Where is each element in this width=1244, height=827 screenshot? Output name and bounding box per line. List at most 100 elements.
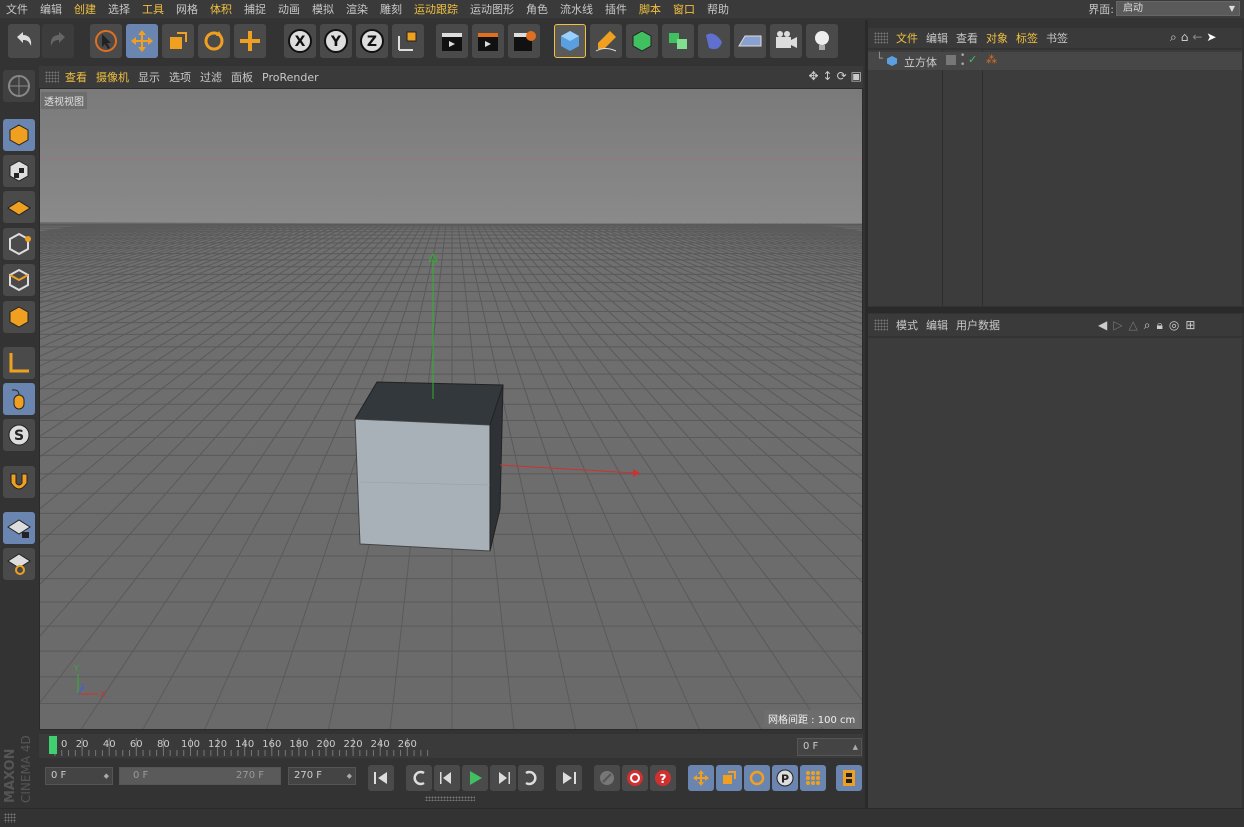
frame-range-slider[interactable]: 0 F 270 F [119,767,281,785]
menu-item-7[interactable]: 捕捉 [238,1,272,17]
move-tool-button[interactable] [126,24,158,58]
model-mode-button[interactable] [3,119,35,151]
viewport-menu-item-6[interactable]: ProRender [262,71,328,84]
axis-mode-button[interactable] [3,347,35,379]
go-to-end-button[interactable] [556,765,582,791]
deformer-button[interactable] [698,24,730,58]
menu-item-3[interactable]: 选择 [102,1,136,17]
target-icon[interactable]: ◎ [1169,318,1179,333]
key-point-level-button[interactable] [800,765,826,791]
menu-item-13[interactable]: 运动图形 [464,1,520,17]
menu-item-2[interactable]: 创建 [68,1,102,17]
object-menu-item-2[interactable]: 查看 [956,30,986,46]
menu-item-15[interactable]: 流水线 [554,1,599,17]
dolly-icon[interactable]: ↕ [823,69,833,83]
next-frame-button[interactable] [490,765,516,791]
back-arrow-icon[interactable]: ← [1192,30,1202,45]
coordinate-system-button[interactable] [392,24,424,58]
object-name[interactable]: 立方体 [904,54,937,70]
resize-handle[interactable] [425,796,475,801]
current-frame-field[interactable]: 0 F ▲ [797,738,862,756]
horizontal-splitter[interactable] [868,307,1244,313]
previous-frame-button[interactable] [434,765,460,791]
redo-button[interactable] [42,24,74,58]
undo-button[interactable] [8,24,40,58]
light-button[interactable] [806,24,838,58]
up-arrow-icon[interactable]: △ [1128,318,1137,333]
visibility-dots-icon[interactable]: • • [960,52,965,70]
viewport-menu-item-1[interactable]: 摄像机 [96,69,138,85]
key-position-button[interactable] [688,765,714,791]
record-keys-button[interactable] [594,765,620,791]
menu-item-11[interactable]: 雕刻 [374,1,408,17]
lock-icon[interactable]: 🔒︎ [1156,318,1162,333]
object-manager-panel[interactable] [868,50,1242,306]
object-manager-grip[interactable] [874,32,888,44]
key-parameter-button[interactable]: P [772,765,798,791]
solo-mode-button[interactable]: S [3,419,35,451]
attribute-menu-item-0[interactable]: 模式 [896,317,926,333]
end-frame-field[interactable]: 270 F ◆ [288,767,356,785]
autokey-button[interactable] [622,765,648,791]
tweak-mode-button[interactable] [3,383,35,415]
recent-tool-button[interactable] [234,24,266,58]
menu-item-9[interactable]: 模拟 [306,1,340,17]
object-menu-item-3[interactable]: 对象 [986,30,1016,46]
make-editable-button[interactable] [3,70,35,102]
pan-icon[interactable]: ✥ [808,69,818,83]
viewport-menu-item-3[interactable]: 选项 [169,69,200,85]
forward-arrow-icon[interactable]: ▷ [1113,318,1122,333]
orbit-icon[interactable]: ⟳ [837,69,847,83]
perspective-viewport[interactable]: Y X Z [39,88,863,730]
y-axis-lock-button[interactable]: Y [320,24,352,58]
viewport-menu-item-5[interactable]: 面板 [231,69,262,85]
array-button[interactable] [662,24,694,58]
layer-swatch-icon[interactable] [946,55,956,65]
key-scale-button[interactable] [716,765,742,791]
search-icon[interactable]: ⌕ [1144,318,1151,333]
cube-object-button[interactable] [554,24,586,58]
menu-item-19[interactable]: 帮助 [701,1,735,17]
locked-workplane-button[interactable] [3,512,35,544]
timeline-ruler[interactable]: 0 20 40 60 80 100 120 140 160 180 200 220 240 260 [39,734,863,758]
object-menu-item-4[interactable]: 标签 [1016,30,1046,46]
snap-button[interactable] [3,466,35,498]
spline-pen-button[interactable] [590,24,622,58]
menu-item-8[interactable]: 动画 [272,1,306,17]
render-view-button[interactable] [436,24,468,58]
keyframe-selection-button[interactable]: ? [650,765,676,791]
menu-item-14[interactable]: 角色 [520,1,554,17]
planar-workplane-button[interactable] [3,548,35,580]
scale-tool-button[interactable] [162,24,194,58]
maximize-view-icon[interactable]: ▣ [851,69,862,83]
menu-item-0[interactable]: 文件 [0,1,34,17]
render-to-picture-viewer-button[interactable] [472,24,504,58]
go-to-start-button[interactable] [368,765,394,791]
menu-item-10[interactable]: 渲染 [340,1,374,17]
edges-mode-button[interactable] [3,264,35,296]
viewport-menu-item-0[interactable]: 查看 [65,69,96,85]
polygons-mode-button[interactable] [3,301,35,333]
menu-item-6[interactable]: 体积 [204,1,238,17]
timeline-window-button[interactable] [836,765,862,791]
object-menu-item-1[interactable]: 编辑 [926,30,956,46]
menu-item-1[interactable]: 编辑 [34,1,68,17]
object-menu-item-5[interactable]: 书签 [1046,30,1076,46]
attribute-manager-grip[interactable] [874,319,888,331]
z-axis-lock-button[interactable]: Z [356,24,388,58]
play-button[interactable] [462,765,488,791]
live-selection-button[interactable] [90,24,122,58]
points-mode-button[interactable] [3,228,35,260]
workplane-mode-button[interactable] [3,191,35,223]
home-icon[interactable]: ⌂ [1181,30,1189,45]
texture-mode-button[interactable] [3,155,35,187]
menu-item-18[interactable]: 窗口 [667,1,701,17]
viewport-menu-item-2[interactable]: 显示 [138,69,169,85]
key-rotation-button[interactable] [744,765,770,791]
menu-item-4[interactable]: 工具 [136,1,170,17]
search-icon[interactable]: ⌕ [1170,30,1177,45]
new-panel-icon[interactable]: ⊞ [1185,318,1195,333]
menu-item-16[interactable]: 插件 [599,1,633,17]
attribute-menu-item-2[interactable]: 用户数据 [956,317,1008,333]
start-frame-field[interactable]: 0 F ◆ [45,767,113,785]
